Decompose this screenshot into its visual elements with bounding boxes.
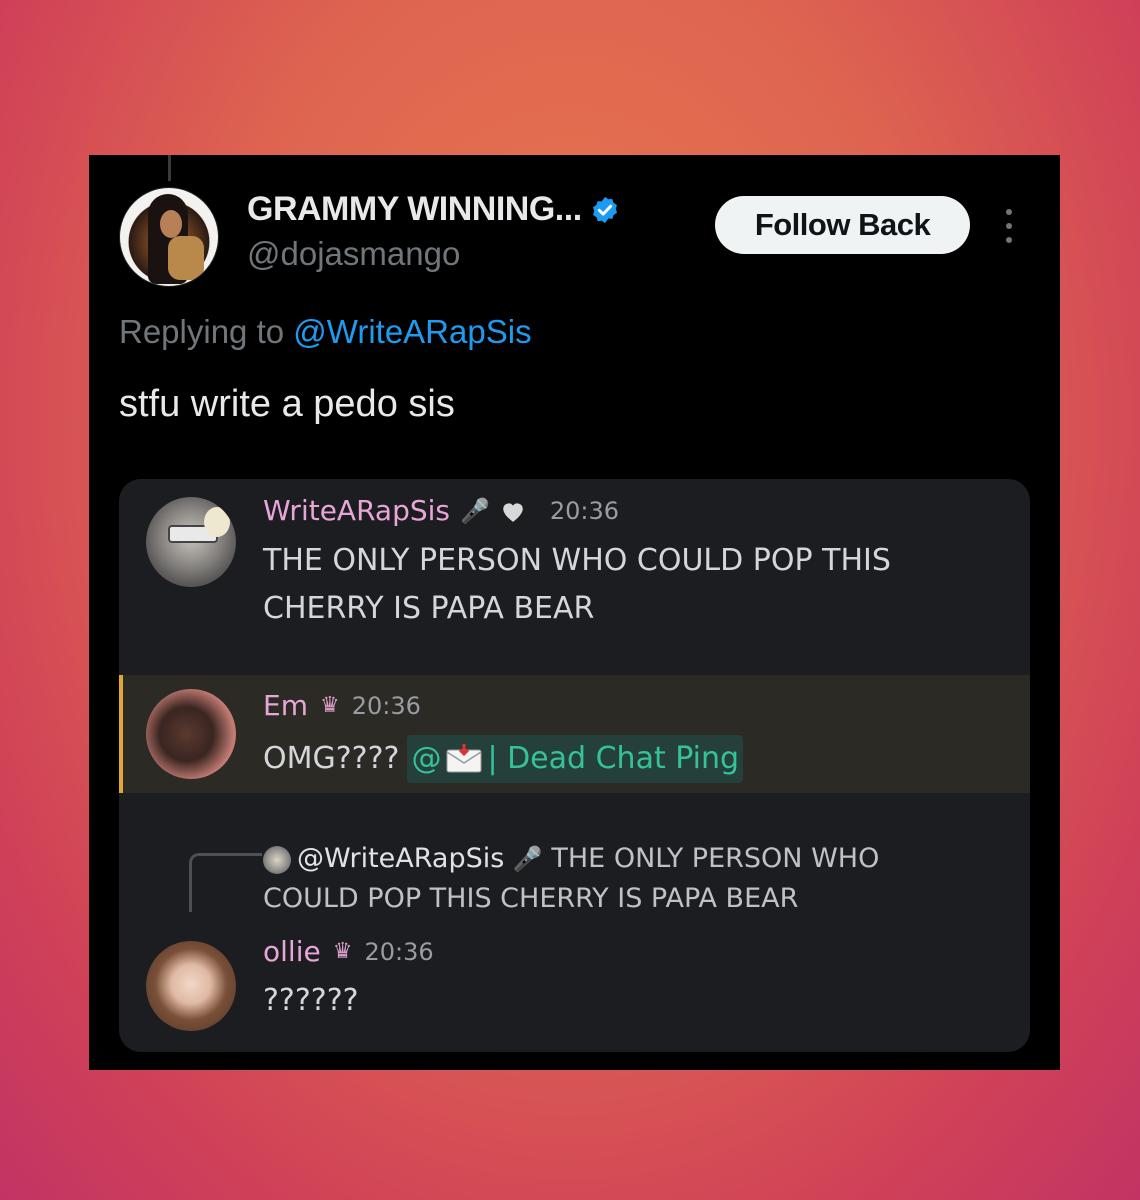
- crown-icon: ♛: [332, 939, 353, 964]
- mention-at: @: [411, 741, 442, 776]
- replying-to-mention[interactable]: @WriteARapSis: [293, 313, 531, 350]
- reply-author: @WriteARapSis: [297, 843, 505, 874]
- avatar: [146, 941, 236, 1031]
- message-author: ollie: [263, 935, 321, 968]
- tweet-text: stfu write a pedo sis: [119, 383, 455, 425]
- replying-to: Replying to @WriteARapSis: [119, 313, 532, 351]
- follow-back-button[interactable]: Follow Back: [715, 196, 970, 254]
- attached-screenshot: WriteARapSis 🎤 20:36 THE ONLY PERSON WHO…: [119, 479, 1030, 1052]
- message-body: OMG????: [263, 741, 400, 776]
- more-options-icon[interactable]: [1002, 209, 1016, 243]
- discord-message-highlighted: Em ♛ 20:36 OMG???? @ | Dead Chat Ping: [119, 675, 1030, 793]
- replying-prefix: Replying to: [119, 313, 285, 350]
- thread-line: [168, 155, 171, 181]
- message-time: 20:36: [364, 937, 434, 966]
- crown-icon: ♛: [319, 693, 340, 718]
- reply-reference: @WriteARapSis 🎤 THE ONLY PERSON WHO COUL…: [263, 839, 963, 919]
- message-time: 20:36: [549, 496, 620, 525]
- reply-avatar: [263, 845, 291, 874]
- message-time: 20:36: [351, 691, 421, 720]
- avatar: [146, 497, 236, 587]
- message-author: Em: [263, 689, 308, 722]
- verified-badge-icon: [592, 196, 617, 223]
- message-text: ??????: [263, 983, 359, 1018]
- author-display-name[interactable]: GRAMMY WINNING...: [247, 190, 582, 229]
- envelope-icon: [446, 744, 482, 773]
- microphone-icon: 🎤: [460, 496, 490, 525]
- author-name-row: GRAMMY WINNING...: [247, 190, 620, 229]
- author-handle[interactable]: @dojasmango: [247, 235, 460, 273]
- heart-icon: [503, 502, 523, 522]
- avatar: [146, 689, 236, 779]
- message-author: WriteARapSis: [263, 494, 450, 527]
- message-text: THE ONLY PERSON WHO COULD POP THIS CHERR…: [263, 543, 891, 626]
- mention-highlight-bar: [119, 675, 123, 793]
- reply-spine: [189, 853, 262, 912]
- microphone-icon: 🎤: [512, 845, 543, 873]
- message-text: OMG???? @ | Dead Chat Ping: [263, 735, 744, 783]
- role-name: | Dead Chat Ping: [487, 741, 740, 776]
- author-avatar[interactable]: [119, 187, 219, 287]
- role-mention: @ | Dead Chat Ping: [407, 735, 744, 783]
- tweet-card: GRAMMY WINNING... @dojasmango Follow Bac…: [89, 155, 1060, 1070]
